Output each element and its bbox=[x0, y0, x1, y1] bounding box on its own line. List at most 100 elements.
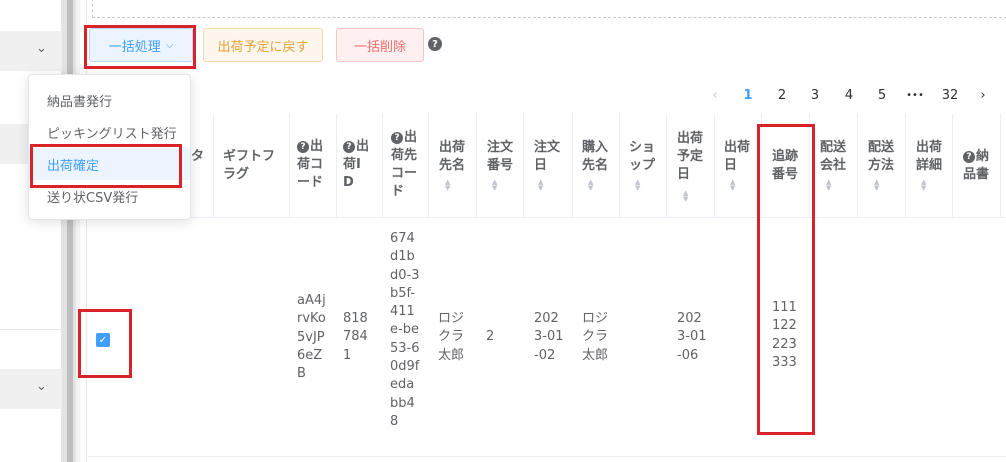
cell-line: 1 bbox=[343, 347, 352, 363]
column-header-shipment-id[interactable]: ? 出 荷I D bbox=[343, 138, 369, 192]
header-line: 出 bbox=[356, 139, 370, 154]
header-line: 予定 bbox=[677, 149, 704, 164]
cell-line: e-be bbox=[390, 322, 419, 338]
sort-icon[interactable]: ▲ ▼ bbox=[826, 179, 831, 192]
column-header-carrier[interactable]: 配送 会社 bbox=[820, 139, 846, 175]
cell-line: 411 bbox=[390, 304, 415, 320]
column-header-ship-detail[interactable]: 出荷 詳細 bbox=[916, 139, 942, 175]
sort-icon[interactable]: ▲ ▼ bbox=[921, 179, 926, 192]
column-separator bbox=[523, 114, 524, 218]
return-to-planned-button[interactable]: 出荷予定に戻す bbox=[203, 28, 323, 62]
header-line: 配送 bbox=[868, 140, 895, 155]
column-separator bbox=[666, 114, 667, 218]
sort-icon[interactable]: ▲ ▼ bbox=[683, 190, 688, 203]
column-separator bbox=[905, 114, 906, 218]
sort-icon[interactable]: ▲ ▼ bbox=[874, 179, 879, 192]
cell-line: 202 bbox=[677, 311, 702, 326]
cell-shipment-code: aA4j rvKo 5vJP 6eZ B bbox=[297, 292, 326, 383]
highlight-frame bbox=[84, 25, 196, 69]
sidebar-menu-group-1[interactable]: ⌄ bbox=[0, 31, 62, 71]
page-ellipsis[interactable]: ••• bbox=[903, 85, 927, 105]
help-icon[interactable]: ? bbox=[343, 141, 355, 153]
sort-icon[interactable]: ▲ ▼ bbox=[588, 179, 593, 192]
cell-line: d0-3 bbox=[390, 267, 420, 283]
cell-line: 3-01 bbox=[534, 329, 564, 345]
page-2[interactable]: 2 bbox=[774, 85, 790, 105]
sort-icon[interactable]: ▲ ▼ bbox=[730, 179, 735, 192]
column-header-dest-name[interactable]: 出荷 先名 bbox=[439, 139, 465, 175]
header-line: 注文 bbox=[534, 140, 561, 155]
column-header-delivery-method[interactable]: 配送 方法 bbox=[868, 139, 894, 175]
column-separator bbox=[476, 114, 477, 218]
header-line: D bbox=[343, 175, 354, 190]
sidebar-menu-group-3[interactable]: ⌄ bbox=[0, 369, 62, 409]
panel-divider-line bbox=[86, 0, 87, 462]
header-line: 荷先 bbox=[391, 148, 418, 163]
sort-icon[interactable]: ▲ ▼ bbox=[538, 179, 543, 192]
page-1[interactable]: 1 bbox=[740, 85, 756, 105]
sort-icon[interactable]: ▲ ▼ bbox=[635, 179, 640, 192]
header-line: 出荷 bbox=[916, 140, 943, 155]
column-separator bbox=[428, 114, 429, 218]
help-icon[interactable]: ? bbox=[963, 151, 975, 163]
cell-line: 818 bbox=[343, 311, 368, 326]
help-icon[interactable]: ? bbox=[428, 37, 442, 51]
sidebar-scrollbar-thumb[interactable] bbox=[67, 0, 73, 462]
column-header-order-date[interactable]: 注文 日 bbox=[534, 139, 560, 175]
column-header-shipment-code[interactable]: ? 出 荷コ ード bbox=[297, 138, 323, 192]
cell-line: 202 bbox=[534, 311, 559, 326]
cell-line: -06 bbox=[677, 347, 699, 363]
header-line: 出荷 bbox=[677, 131, 704, 146]
column-header-order-no[interactable]: 注文 番号 bbox=[487, 139, 513, 175]
column-separator bbox=[952, 114, 953, 218]
page-4[interactable]: 4 bbox=[841, 85, 857, 105]
column-header-buyer-name[interactable]: 購入 先名 bbox=[582, 139, 608, 175]
help-icon[interactable]: ? bbox=[297, 141, 309, 153]
highlight-frame bbox=[78, 309, 132, 378]
header-line: ード bbox=[297, 175, 324, 190]
column-header-ship-date[interactable]: 出荷 日 bbox=[724, 139, 750, 175]
column-header-delivery-note[interactable]: ? 納 品書 bbox=[963, 148, 989, 184]
prev-page-button[interactable]: ‹ bbox=[708, 85, 722, 105]
header-line: 方法 bbox=[868, 158, 895, 173]
header-line: 出荷 bbox=[724, 140, 751, 155]
header-line: 出 bbox=[404, 130, 418, 145]
filter-panel bbox=[92, 0, 1006, 18]
page-5[interactable]: 5 bbox=[874, 85, 890, 105]
header-line: 配送 bbox=[820, 140, 847, 155]
header-line: 購入 bbox=[582, 140, 609, 155]
chevron-down-icon[interactable]: ⌄ bbox=[36, 379, 47, 394]
column-header-gift-flag[interactable]: ギフトフ ラグ bbox=[223, 148, 275, 184]
header-line: 日 bbox=[724, 158, 738, 173]
cell-line: rvKo bbox=[297, 311, 326, 327]
page-last[interactable]: 32 bbox=[938, 85, 962, 105]
header-line: 納 bbox=[976, 149, 990, 164]
bulk-delete-button[interactable]: 一括削除 bbox=[336, 28, 424, 62]
header-line: ド bbox=[391, 184, 405, 199]
column-separator bbox=[213, 114, 214, 218]
page-3[interactable]: 3 bbox=[807, 85, 823, 105]
sort-icon[interactable]: ▲ ▼ bbox=[492, 179, 497, 192]
next-page-button[interactable]: › bbox=[976, 85, 990, 105]
column-separator bbox=[289, 114, 290, 218]
menu-item-delivery-note[interactable]: 納品書発行 bbox=[29, 84, 190, 116]
header-line: 日 bbox=[677, 167, 691, 182]
cell-dest-name: ロジ クラ 太郎 bbox=[438, 310, 464, 365]
header-line: コー bbox=[391, 166, 418, 181]
column-separator bbox=[382, 114, 383, 218]
column-header-dest-code[interactable]: ? 出 荷先 コー ド bbox=[391, 129, 417, 201]
help-icon[interactable]: ? bbox=[391, 132, 403, 144]
cell-line: 3-01 bbox=[677, 329, 707, 345]
cell-line: 6eZ bbox=[297, 347, 323, 363]
cell-line: 0d9f bbox=[390, 359, 420, 375]
cell-line: ロジ bbox=[582, 311, 609, 326]
cell-line: 674 bbox=[390, 231, 415, 246]
column-separator bbox=[572, 114, 573, 218]
column-header-shop[interactable]: ショ ップ bbox=[629, 139, 655, 175]
column-header-planned-date[interactable]: 出荷 予定 日 bbox=[677, 130, 703, 184]
sort-icon[interactable]: ▲ ▼ bbox=[445, 179, 450, 192]
chevron-down-icon[interactable]: ⌄ bbox=[36, 41, 47, 56]
cell-line: B bbox=[297, 366, 306, 382]
cell-line: -02 bbox=[534, 347, 556, 363]
header-line: 詳細 bbox=[916, 158, 943, 173]
